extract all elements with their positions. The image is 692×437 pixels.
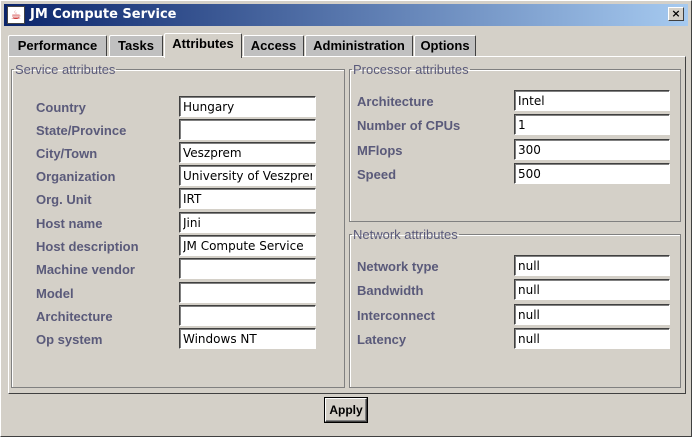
close-button[interactable]: × [668,7,684,21]
org-unit-field[interactable] [179,188,316,209]
latency-label: Latency [357,332,407,347]
number-of-cpus-field[interactable] [514,114,670,135]
tab-administration[interactable]: Administration [305,35,413,57]
machine-vendor-label: Machine vendor [36,262,135,277]
speed-label: Speed [357,167,397,182]
bandwidth-field[interactable] [514,279,670,300]
tab-performance[interactable]: Performance [8,35,107,57]
tab-access[interactable]: Access [243,35,304,57]
model-label: Model [36,286,74,301]
host-description-label: Host description [36,239,139,254]
processor-attributes-legend: Processor attributes [353,62,469,77]
processor-architecture-label: Architecture [357,94,434,109]
interconnect-field[interactable] [514,304,670,325]
java-coffee-icon: ☕ [7,6,25,24]
number-of-cpus-label: Number of CPUs [357,118,461,133]
mflops-field[interactable] [514,139,670,160]
op-system-label: Op system [36,332,103,347]
apply-button[interactable]: Apply [325,398,367,422]
service-attributes-legend: Service attributes [15,62,116,77]
architecture-label: Architecture [36,309,113,324]
city-town-label: City/Town [36,146,98,161]
organization-label: Organization [36,169,116,184]
host-name-field[interactable] [179,212,316,233]
city-town-field[interactable] [179,142,316,163]
title-bar[interactable]: ☕ JM Compute Service × [4,4,688,26]
host-name-label: Host name [36,216,103,231]
machine-vendor-field[interactable] [179,258,316,279]
mflops-label: MFlops [357,143,403,158]
speed-field[interactable] [514,163,670,184]
network-type-field[interactable] [514,255,670,276]
interconnect-label: Interconnect [357,308,436,323]
network-type-label: Network type [357,259,439,274]
latency-field[interactable] [514,328,670,349]
tab-tasks[interactable]: Tasks [109,35,163,57]
architecture-field[interactable] [179,305,316,326]
op-system-field[interactable] [179,328,316,349]
country-field[interactable] [179,96,316,117]
host-description-field[interactable] [179,235,316,256]
state-province-label: State/Province [36,123,127,138]
tab-options[interactable]: Options [414,35,476,57]
org-unit-label: Org. Unit [36,192,92,207]
window-title: JM Compute Service [30,7,177,22]
network-attributes-legend: Network attributes [353,227,458,242]
country-label: Country [36,100,86,115]
processor-architecture-field[interactable] [514,90,670,111]
organization-field[interactable] [179,165,316,186]
application-window: ☕ JM Compute Service × Performance Tasks… [0,0,692,437]
tab-attributes[interactable]: Attributes [164,33,242,58]
state-province-field[interactable] [179,119,316,140]
model-field[interactable] [179,282,316,303]
bandwidth-label: Bandwidth [357,283,424,298]
